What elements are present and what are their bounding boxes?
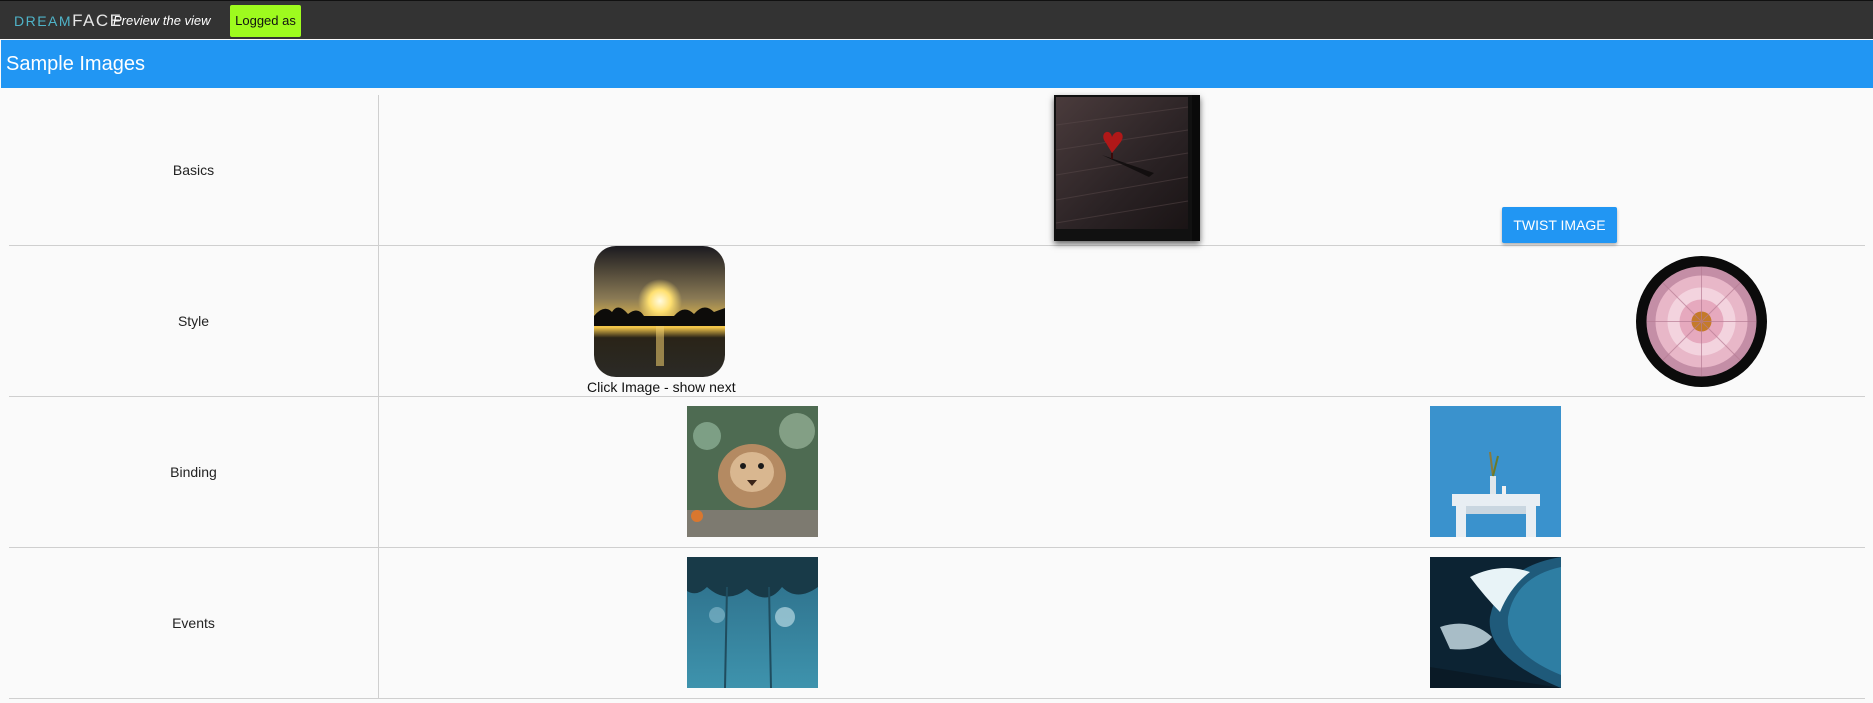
image-grid: Basics Style Click Image - show next Bin… [9, 95, 1865, 699]
row-label-style: Style [9, 246, 379, 396]
click-image-caption: Click Image - show next [587, 379, 736, 395]
palm-reflection-image[interactable] [687, 557, 818, 688]
row-label-basics: Basics [9, 95, 379, 245]
top-bar: DREAMFACE Preview the view Logged as [0, 0, 1873, 39]
heart-image[interactable] [1054, 95, 1200, 241]
twist-image-button[interactable]: TWIST IMAGE [1502, 207, 1617, 243]
row-label-events: Events [9, 548, 379, 698]
row-binding: Binding [9, 397, 1865, 548]
row-events: Events [9, 548, 1865, 699]
logged-as-badge[interactable]: Logged as [230, 5, 301, 37]
title-bar: Sample Images [1, 40, 1873, 88]
ocean-wave-image[interactable] [1430, 557, 1561, 688]
row-label-binding: Binding [9, 397, 379, 547]
logo-text-left: DREAM [14, 13, 73, 29]
row-style: Style Click Image - show next [9, 246, 1865, 397]
dreamface-logo[interactable]: DREAMFACE [14, 10, 122, 32]
dahlia-image[interactable] [1636, 256, 1767, 387]
page-title: Sample Images [6, 53, 145, 75]
sunset-image[interactable] [594, 246, 725, 377]
vase-table-image[interactable] [1430, 406, 1561, 537]
preview-label: Preview the view [113, 13, 211, 28]
cougar-cub-image[interactable] [687, 406, 818, 537]
